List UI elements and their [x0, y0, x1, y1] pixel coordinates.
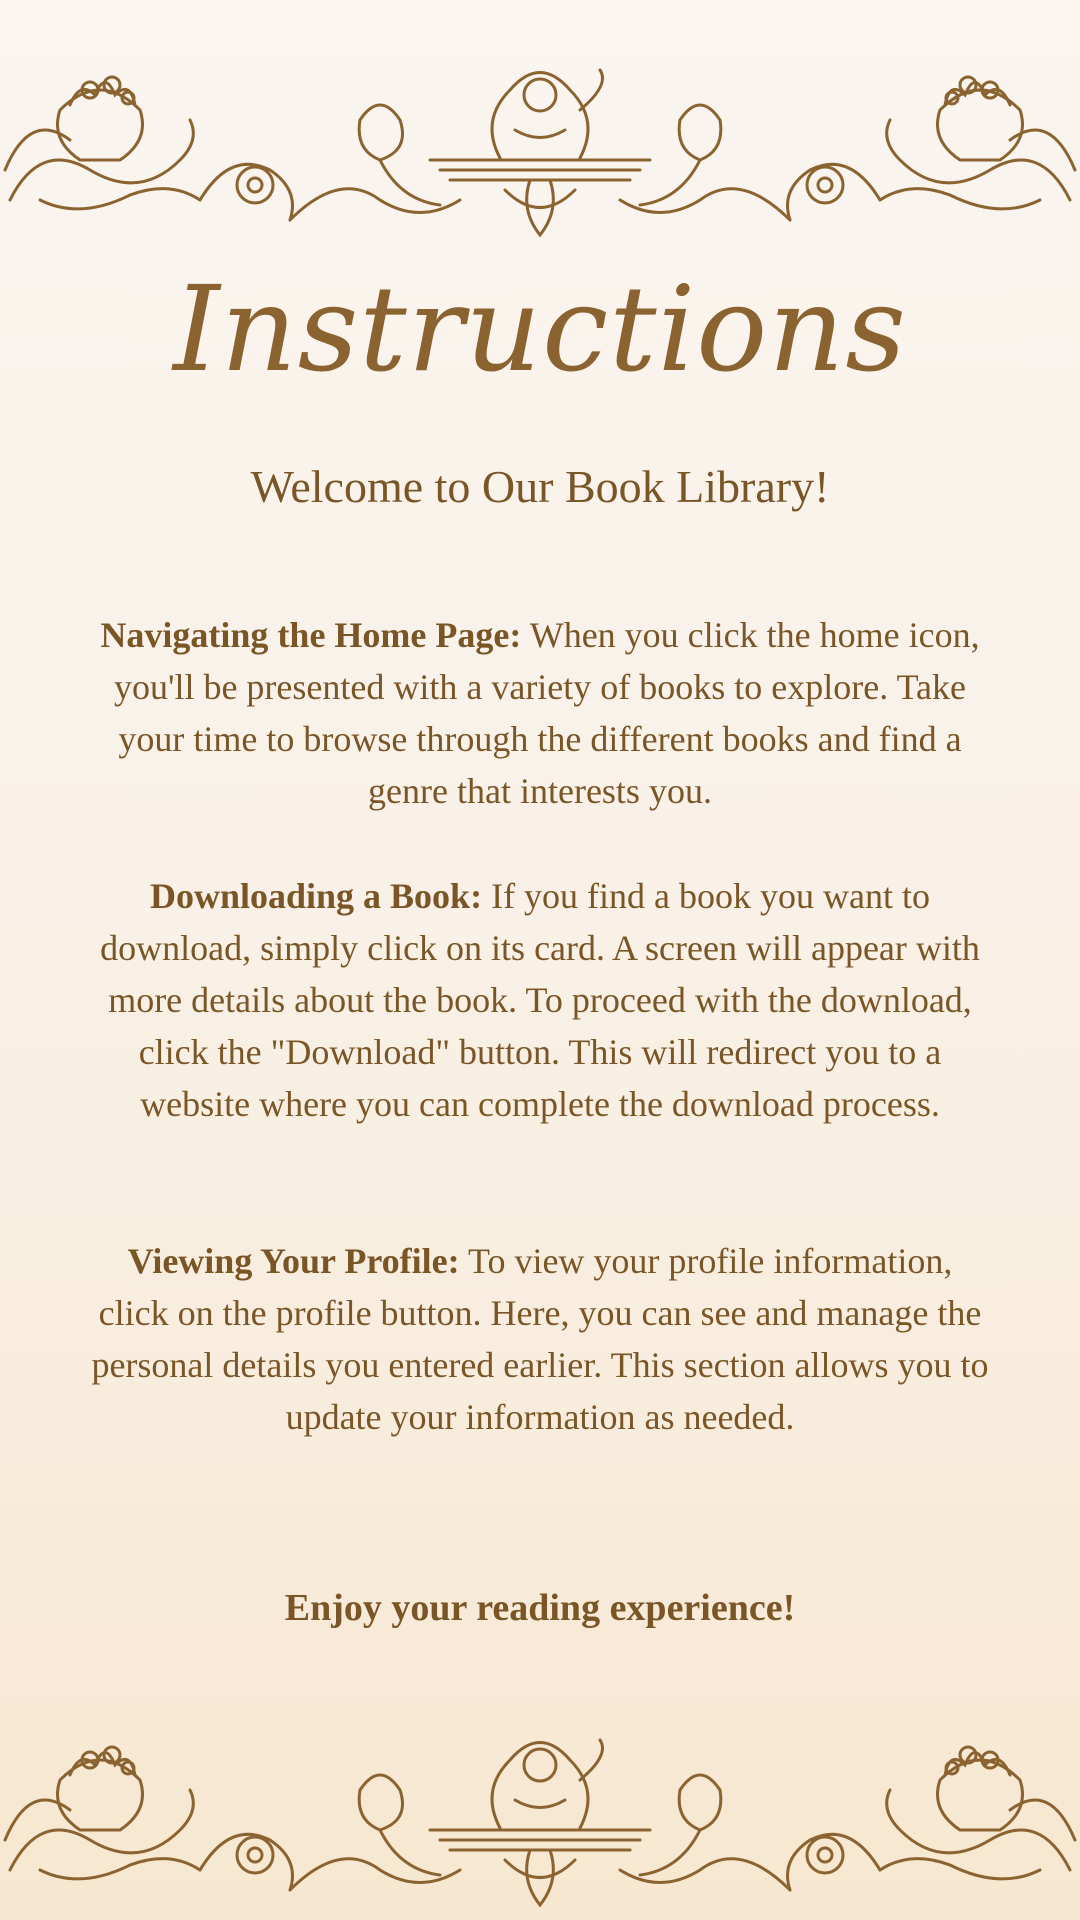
top-ornament: [0, 50, 1080, 240]
instruction-heading: Viewing Your Profile:: [127, 1241, 460, 1281]
instruction-home-page: Navigating the Home Page: When you click…: [90, 609, 990, 817]
closing-message: Enjoy your reading experience!: [284, 1587, 796, 1629]
instruction-download-book: Downloading a Book: If you find a book y…: [90, 870, 990, 1130]
bottom-ornament: [0, 1720, 1080, 1910]
instruction-heading: Downloading a Book:: [149, 876, 483, 916]
page-title: Instructions: [173, 260, 907, 398]
page-subtitle: Welcome to Our Book Library!: [250, 461, 830, 512]
instruction-heading: Navigating the Home Page:: [100, 615, 522, 655]
instruction-view-profile: Viewing Your Profile: To view your profi…: [90, 1235, 990, 1443]
baroque-cherub-ornament-icon: [3, 68, 1077, 238]
baroque-cherub-ornament-icon: [3, 1738, 1077, 1908]
